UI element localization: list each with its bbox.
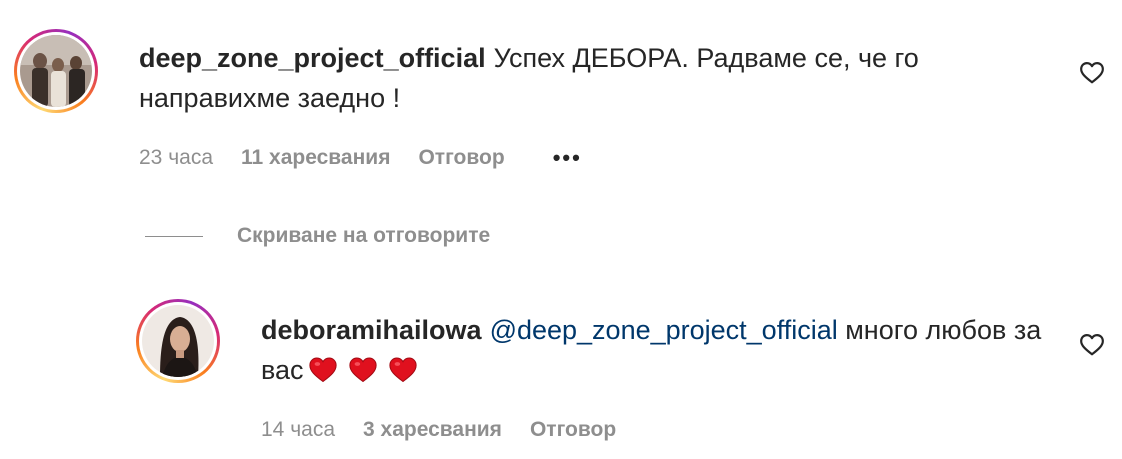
comment-body: deep_zone_project_official Успех ДЕБОРА. … bbox=[139, 38, 1039, 118]
divider-line bbox=[145, 235, 203, 237]
reply-like-heart-icon[interactable] bbox=[1079, 332, 1105, 356]
like-heart-icon[interactable] bbox=[1079, 60, 1105, 84]
comment-username[interactable]: deep_zone_project_official bbox=[139, 43, 486, 73]
red-heart-emoji-icon bbox=[308, 357, 337, 383]
red-heart-emoji-icon bbox=[348, 357, 377, 383]
comment-likes-count[interactable]: 11 харесвания bbox=[241, 146, 390, 170]
reply-avatar bbox=[142, 305, 214, 377]
reply-username[interactable]: deboramihailowa bbox=[261, 315, 482, 345]
reply-reply-button[interactable]: Отговор bbox=[530, 418, 616, 442]
reply-meta: 14 часа 3 харесвания Отговор bbox=[261, 418, 644, 442]
more-options-icon[interactable]: ••• bbox=[553, 145, 582, 171]
reply-timestamp[interactable]: 14 часа bbox=[261, 418, 335, 442]
hide-replies-label: Скриване на отговорите bbox=[237, 224, 491, 247]
hide-replies-button[interactable]: Скриване на отговорите bbox=[145, 224, 490, 248]
reply-likes-count[interactable]: 3 харесвания bbox=[363, 418, 502, 442]
comment-timestamp[interactable]: 23 часа bbox=[139, 146, 213, 170]
comment-meta: 23 часа 11 харесвания Отговор ••• bbox=[139, 145, 582, 171]
reply-mention-link[interactable]: @deep_zone_project_official bbox=[490, 315, 838, 345]
reply-body: deboramihailowa @deep_zone_project_offici… bbox=[261, 310, 1061, 390]
comment-reply-button[interactable]: Отговор bbox=[418, 146, 504, 170]
reply-avatar-ring[interactable] bbox=[136, 299, 220, 383]
avatar bbox=[20, 35, 92, 107]
red-heart-emoji-icon bbox=[388, 357, 417, 383]
avatar-ring[interactable] bbox=[14, 29, 98, 113]
